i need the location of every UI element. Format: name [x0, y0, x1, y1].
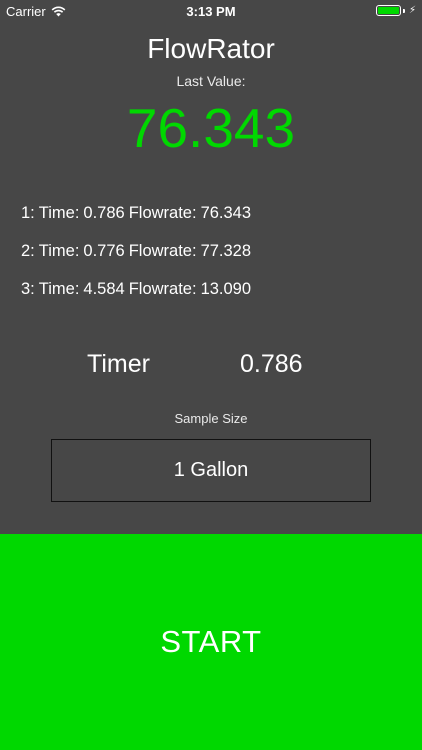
battery-fill	[377, 7, 399, 14]
history-time-label: Time:	[38, 242, 80, 260]
status-right: ⚡	[375, 5, 416, 16]
history-time: 4.584	[83, 280, 125, 298]
history-time-label: Time:	[38, 204, 80, 222]
status-time: 3:13 PM	[186, 4, 236, 19]
status-bar: Carrier 3:13 PM ⚡	[0, 0, 422, 22]
history-list: 1: Time: 0.786 Flowrate: 76.343 2: Time: 0.776…	[21, 203, 251, 317]
history-flow-label: Flowrate:	[128, 280, 197, 298]
history-time: 0.786	[83, 204, 125, 222]
app-title: FlowRator	[147, 33, 275, 64]
history-flow-label: Flowrate:	[128, 242, 197, 260]
battery-icon	[375, 5, 401, 16]
history-flow: 13.090	[200, 280, 252, 298]
charging-bolt-icon: ⚡	[408, 5, 416, 16]
last-value-label: Last Value:	[176, 73, 246, 89]
history-time: 0.776	[83, 242, 125, 260]
timer-label: Timer	[87, 350, 150, 378]
battery-tip	[402, 8, 405, 13]
sample-size-label: Sample Size	[174, 411, 248, 426]
sample-size-value: 1 Gallon	[173, 459, 249, 481]
history-flow: 77.328	[200, 242, 252, 260]
sample-size-picker[interactable]: 1 Gallon	[51, 439, 371, 502]
history-flow-label: Flowrate:	[128, 204, 197, 222]
timer-value: 0.786	[240, 350, 303, 378]
history-row: 1: Time: 0.786 Flowrate: 76.343	[21, 203, 251, 241]
start-button-label: START	[160, 624, 262, 659]
history-flow: 76.343	[200, 204, 252, 222]
history-row: 2: Time: 0.776 Flowrate: 77.328	[21, 241, 251, 279]
history-index: 2:	[21, 242, 35, 260]
history-time-label: Time:	[38, 280, 80, 298]
start-button[interactable]: START	[0, 534, 422, 750]
last-value: 76.343	[126, 97, 296, 159]
history-index: 3:	[21, 280, 35, 298]
history-index: 1:	[21, 204, 35, 222]
history-row: 3: Time: 4.584 Flowrate: 13.090	[21, 279, 251, 317]
